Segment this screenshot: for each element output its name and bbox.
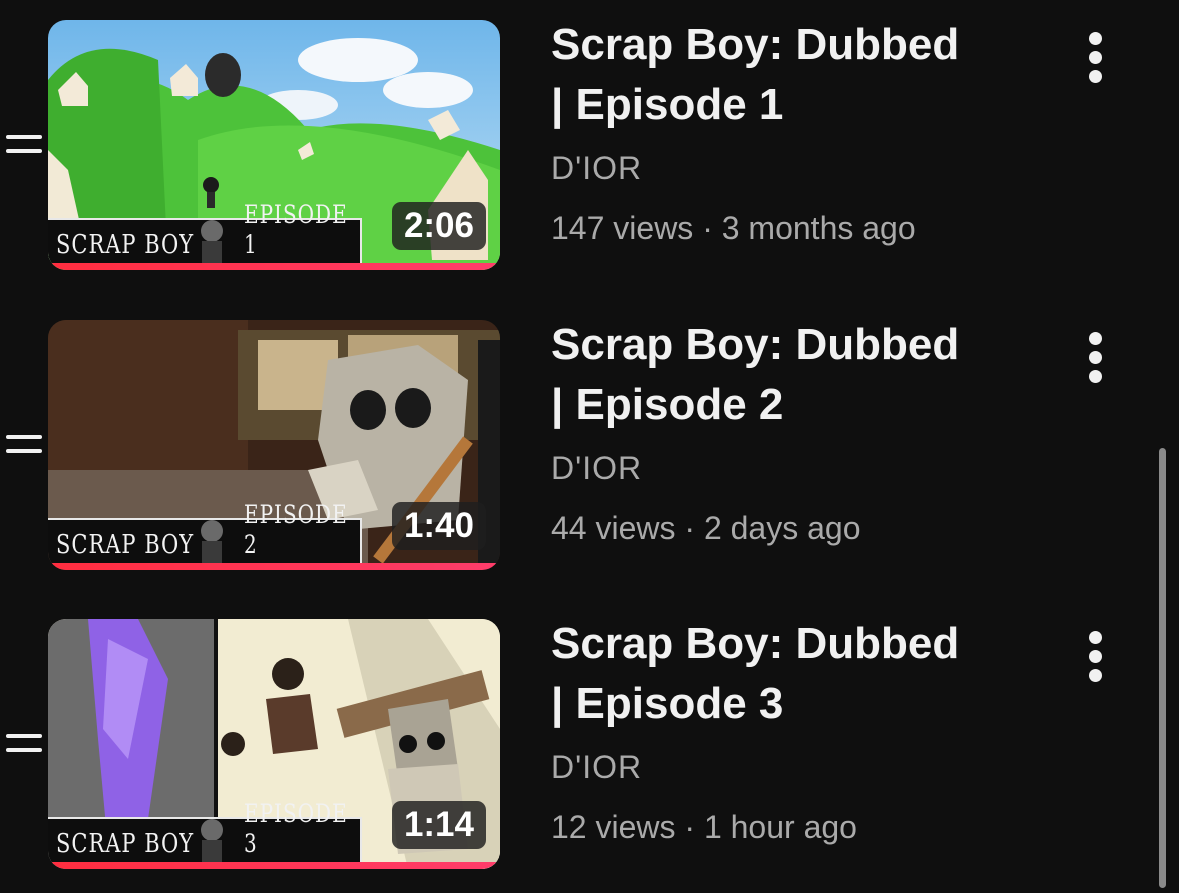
video-title-line: | Episode 1 — [551, 80, 784, 129]
thumbnail-title-text: SCRAP BOY — [56, 828, 195, 858]
video-metadata: Scrap Boy: Dubbed | Episode 2 D'IOR 44 v… — [551, 315, 1031, 548]
video-title-line: | Episode 3 — [551, 679, 784, 728]
video-stats: 12 views · 1 hour ago — [551, 807, 1031, 847]
view-count: 44 views — [551, 510, 676, 546]
more-vertical-icon[interactable] — [1083, 329, 1109, 385]
drag-handle-icon[interactable] — [6, 433, 42, 455]
separator: · — [684, 510, 696, 546]
upload-age: 2 days ago — [703, 510, 861, 546]
channel-name[interactable]: D'IOR — [551, 148, 1031, 188]
view-count: 12 views — [551, 809, 676, 845]
video-title-line: Scrap Boy: Dubbed — [551, 20, 960, 69]
thumbnail-title-strip: SCRAP BOY EPISODE 2 — [48, 499, 362, 563]
upload-age: 1 hour ago — [703, 809, 857, 845]
video-thumbnail[interactable]: SCRAP BOY EPISODE 1 2:06 — [48, 20, 500, 270]
drag-handle-icon[interactable] — [6, 732, 42, 754]
video-title[interactable]: Scrap Boy: Dubbed | Episode 1 — [551, 15, 1031, 135]
character-icon — [201, 819, 223, 862]
duration-badge: 2:06 — [391, 202, 486, 250]
more-vertical-icon[interactable] — [1083, 628, 1109, 684]
character-icon — [201, 520, 223, 563]
view-count: 147 views — [551, 210, 694, 246]
video-metadata: Scrap Boy: Dubbed | Episode 1 D'IOR 147 … — [551, 15, 1031, 248]
drag-handle-icon[interactable] — [6, 133, 42, 155]
video-title-line: Scrap Boy: Dubbed — [551, 320, 960, 369]
video-thumbnail[interactable]: SCRAP BOY EPISODE 3 1:14 — [48, 619, 500, 869]
thumbnail-episode-text: EPISODE 3 — [244, 798, 348, 858]
duration-badge: 1:40 — [391, 502, 486, 550]
playlist-item[interactable]: SCRAP BOY EPISODE 2 1:40 Scrap Boy: Dubb… — [0, 315, 1179, 575]
thumbnail-title-text: SCRAP BOY — [56, 229, 195, 259]
thumbnail-episode-text: EPISODE 2 — [244, 499, 348, 559]
video-title[interactable]: Scrap Boy: Dubbed | Episode 3 — [551, 614, 1031, 734]
watch-progress-bar — [48, 563, 500, 570]
video-title-line: Scrap Boy: Dubbed — [551, 619, 960, 668]
character-icon — [201, 220, 223, 263]
watch-progress-bar — [48, 862, 500, 869]
thumbnail-title-strip: SCRAP BOY EPISODE 3 — [48, 798, 362, 862]
thumbnail-title-text: SCRAP BOY — [56, 529, 195, 559]
video-stats: 147 views · 3 months ago — [551, 208, 1031, 248]
channel-name[interactable]: D'IOR — [551, 448, 1031, 488]
playlist-item[interactable]: SCRAP BOY EPISODE 3 1:14 Scrap Boy: Dubb… — [0, 614, 1179, 874]
video-stats: 44 views · 2 days ago — [551, 508, 1031, 548]
video-title[interactable]: Scrap Boy: Dubbed | Episode 2 — [551, 315, 1031, 435]
channel-name[interactable]: D'IOR — [551, 747, 1031, 787]
separator: · — [684, 809, 696, 845]
thumbnail-episode-text: EPISODE 1 — [244, 199, 348, 259]
playlist-item[interactable]: SCRAP BOY EPISODE 1 2:06 Scrap Boy: Dubb… — [0, 15, 1179, 275]
watch-progress-bar — [48, 263, 500, 270]
video-title-line: | Episode 2 — [551, 380, 784, 429]
thumbnail-title-strip: SCRAP BOY EPISODE 1 — [48, 199, 362, 263]
video-metadata: Scrap Boy: Dubbed | Episode 3 D'IOR 12 v… — [551, 614, 1031, 847]
more-vertical-icon[interactable] — [1083, 29, 1109, 85]
upload-age: 3 months ago — [721, 210, 916, 246]
scrollbar[interactable] — [1159, 448, 1166, 888]
separator: · — [702, 210, 713, 246]
duration-badge: 1:14 — [391, 801, 486, 849]
video-thumbnail[interactable]: SCRAP BOY EPISODE 2 1:40 — [48, 320, 500, 570]
